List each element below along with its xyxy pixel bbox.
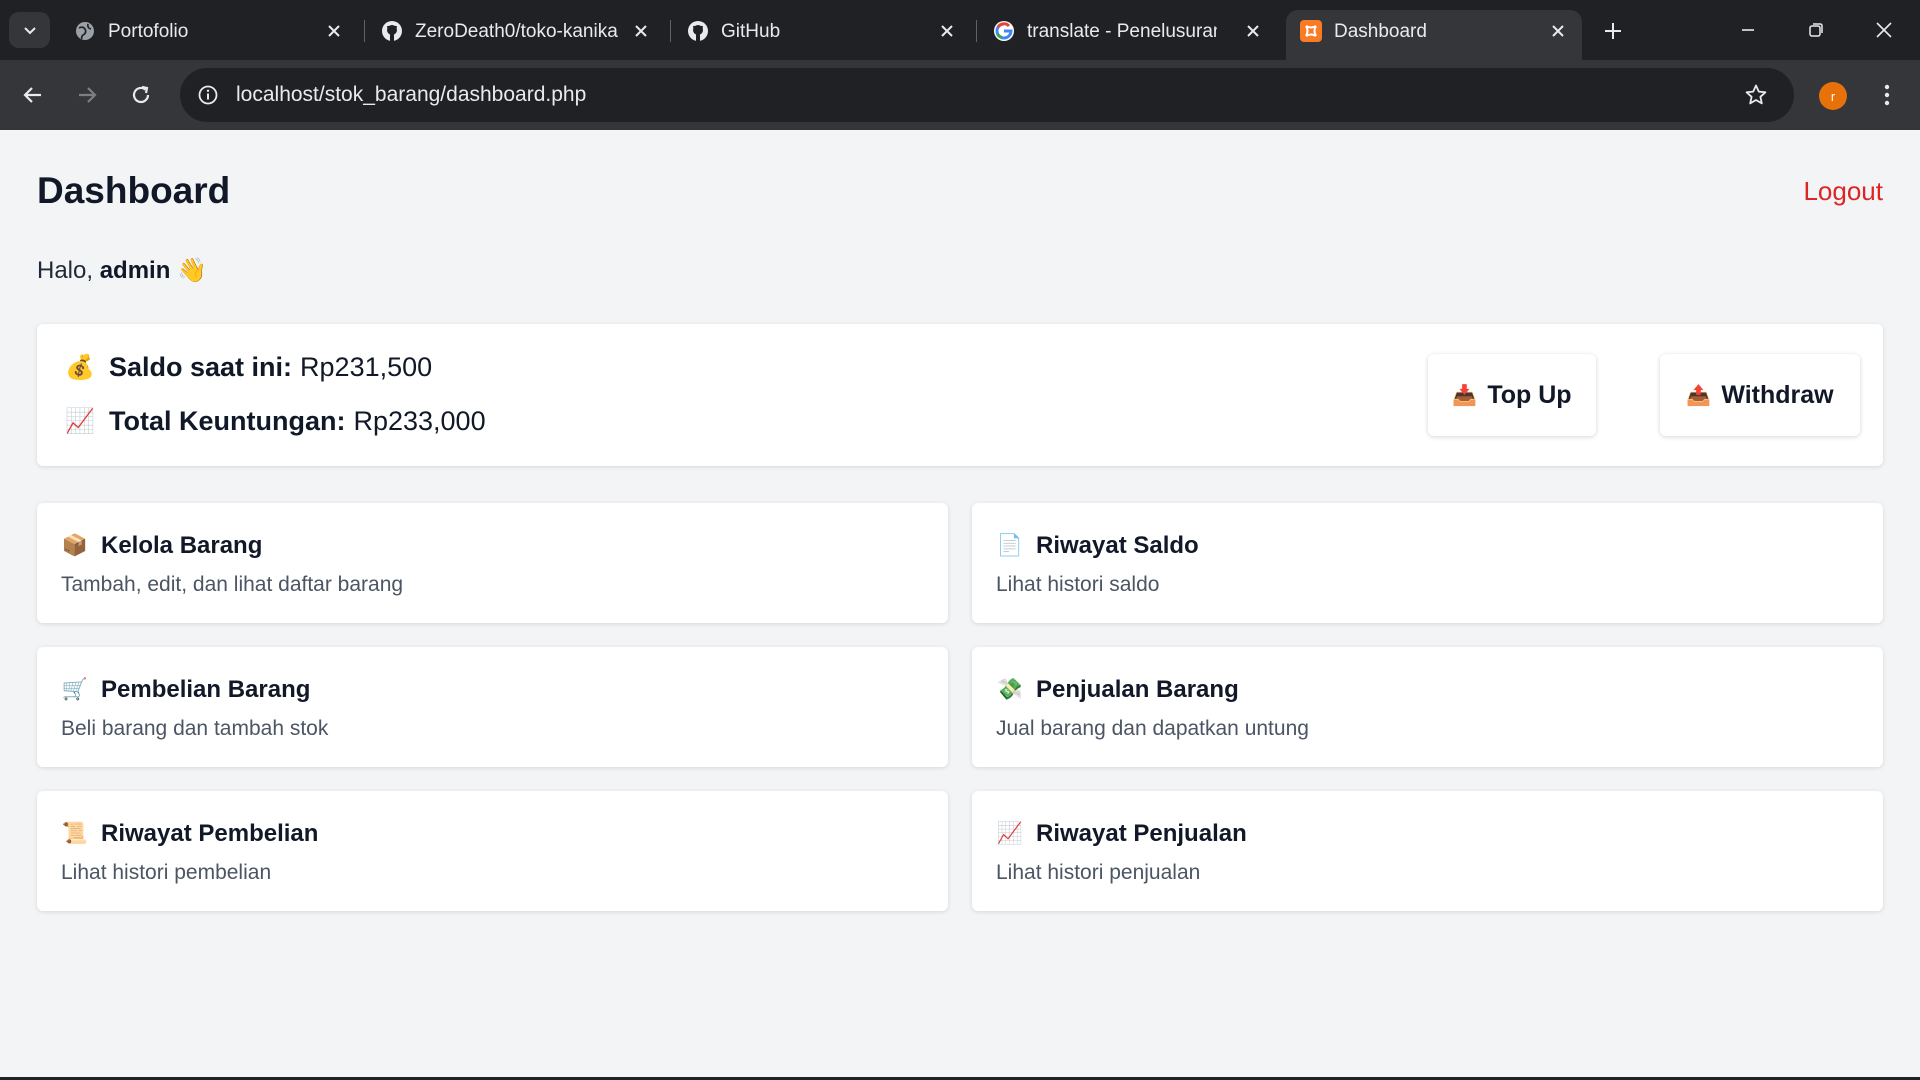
menu-card-desc: Tambah, edit, dan lihat daftar barang xyxy=(61,573,404,596)
menu-card-desc: Jual barang dan dapatkan untung xyxy=(996,717,1309,740)
back-button[interactable] xyxy=(16,78,50,112)
tab-title: GitHub xyxy=(721,21,781,42)
github-icon xyxy=(381,20,403,42)
github-icon xyxy=(687,20,709,42)
close-icon[interactable] xyxy=(1546,19,1570,43)
more-vertical-icon xyxy=(1884,84,1890,106)
greeting-prefix: Halo, xyxy=(37,257,100,284)
menu-card-desc: Lihat histori penjualan xyxy=(996,861,1201,884)
waving-hand-icon: 👋 xyxy=(177,257,207,284)
xampp-icon xyxy=(1300,20,1322,42)
menu-card-penjualan-barang[interactable]: 💸 Penjualan Barang Jual barang dan dapatk… xyxy=(972,647,1883,767)
close-icon[interactable] xyxy=(322,19,346,43)
outbox-tray-icon: 📤 xyxy=(1686,384,1712,407)
minimize-icon xyxy=(1742,29,1754,31)
profile-avatar[interactable]: r xyxy=(1819,82,1847,110)
package-icon: 📦 xyxy=(61,534,89,557)
restore-button[interactable] xyxy=(1796,10,1836,50)
tab-toko-kanika[interactable]: ZeroDeath0/toko-kanika xyxy=(367,10,667,52)
menu-card-title: Riwayat Pembelian xyxy=(101,820,319,847)
tab-title: Portofolio xyxy=(108,21,189,42)
inbox-tray-icon: 📥 xyxy=(1452,384,1478,407)
forward-button[interactable] xyxy=(70,78,104,112)
tab-title: ZeroDeath0/toko-kanika xyxy=(415,21,618,42)
info-icon[interactable] xyxy=(194,81,222,109)
tab-separator xyxy=(670,20,671,42)
shopping-cart-icon: 🛒 xyxy=(61,678,89,701)
tab-translate[interactable]: translate - Penelusuran Google xyxy=(979,10,1279,52)
menu-card-riwayat-penjualan[interactable]: 📈 Riwayat Penjualan Lihat histori penjual… xyxy=(972,791,1883,911)
tab-portofolio[interactable]: Portofolio xyxy=(60,10,360,52)
money-wings-icon: 💸 xyxy=(996,678,1024,701)
menu-card-title: Riwayat Penjualan xyxy=(1036,820,1247,847)
browser-tab-bar: Portofolio ZeroDeath0/toko-kanika GitHub… xyxy=(0,0,1920,60)
reload-button[interactable] xyxy=(124,78,158,112)
menu-card-title: Pembelian Barang xyxy=(101,676,311,703)
page-title: Dashboard xyxy=(37,170,231,211)
logout-link[interactable]: Logout xyxy=(1803,176,1883,207)
reload-icon xyxy=(132,85,150,104)
chevron-down-icon xyxy=(23,27,36,35)
tab-title: translate - Penelusuran Google xyxy=(1027,21,1217,42)
close-icon[interactable] xyxy=(629,19,653,43)
menu-card-kelola-barang[interactable]: 📦 Kelola Barang Tambah, edit, dan lihat d… xyxy=(37,503,948,623)
tab-github[interactable]: GitHub xyxy=(673,10,973,52)
menu-card-title: Penjualan Barang xyxy=(1036,676,1239,703)
tab-title: Dashboard xyxy=(1334,21,1427,42)
google-icon xyxy=(993,20,1015,42)
withdraw-label: Withdraw xyxy=(1721,380,1834,409)
menu-card-riwayat-saldo[interactable]: 📄 Riwayat Saldo Lihat histori saldo xyxy=(972,503,1883,623)
top-up-button[interactable]: 📥 Top Up xyxy=(1428,354,1596,436)
restore-icon xyxy=(1809,23,1823,37)
window-close-button[interactable] xyxy=(1864,10,1904,50)
profit-row: 📈 Total Keuntungan: Rp233,000 xyxy=(65,406,486,437)
page-content: Dashboard Logout Halo, admin 👋 💰 Saldo s… xyxy=(0,130,1920,1077)
menu-card-desc: Lihat histori pembelian xyxy=(61,861,272,884)
withdraw-button[interactable]: 📤 Withdraw xyxy=(1660,354,1860,436)
arrow-left-icon xyxy=(23,87,41,103)
saldo-label: Saldo saat ini: xyxy=(109,352,293,382)
profit-value: Rp233,000 xyxy=(353,406,486,436)
close-icon[interactable] xyxy=(935,19,959,43)
menu-card-title: Kelola Barang xyxy=(101,532,263,559)
username: admin xyxy=(99,257,171,284)
address-bar[interactable]: localhost/stok_barang/dashboard.php xyxy=(180,68,1794,122)
close-icon xyxy=(1876,22,1892,38)
globe-icon xyxy=(74,20,96,42)
menu-card-title: Riwayat Saldo xyxy=(1036,532,1199,559)
close-icon[interactable] xyxy=(1241,19,1265,43)
saldo-value: Rp231,500 xyxy=(300,352,433,382)
document-icon: 📄 xyxy=(996,534,1024,557)
chart-up-icon: 📈 xyxy=(996,822,1024,845)
star-icon[interactable] xyxy=(1742,81,1770,109)
menu-card-desc: Lihat histori saldo xyxy=(996,573,1160,596)
greeting: Halo, admin 👋 xyxy=(37,256,207,285)
url-text[interactable]: localhost/stok_barang/dashboard.php xyxy=(236,83,586,107)
tab-dashboard[interactable]: Dashboard xyxy=(1286,10,1582,60)
menu-button[interactable] xyxy=(1872,78,1902,112)
saldo-row: 💰 Saldo saat ini: Rp231,500 xyxy=(65,352,432,383)
scroll-icon: 📜 xyxy=(61,822,89,845)
plus-icon xyxy=(1605,23,1621,39)
chart-up-icon: 📈 xyxy=(65,408,95,435)
tab-separator xyxy=(976,20,977,42)
profit-label: Total Keuntungan: xyxy=(109,406,346,436)
menu-card-desc: Beli barang dan tambah stok xyxy=(61,717,329,740)
menu-card-pembelian-barang[interactable]: 🛒 Pembelian Barang Beli barang dan tambah… xyxy=(37,647,948,767)
top-up-label: Top Up xyxy=(1487,380,1572,409)
new-tab-button[interactable] xyxy=(1598,16,1628,46)
browser-toolbar: localhost/stok_barang/dashboard.php r xyxy=(0,60,1920,130)
arrow-right-icon xyxy=(79,87,97,103)
money-bag-icon: 💰 xyxy=(65,354,95,381)
balance-card: 💰 Saldo saat ini: Rp231,500 📈 Total Keun… xyxy=(37,324,1883,466)
menu-card-riwayat-pembelian[interactable]: 📜 Riwayat Pembelian Lihat histori pembeli… xyxy=(37,791,948,911)
tab-separator xyxy=(364,20,365,42)
tab-search-button[interactable] xyxy=(9,12,50,48)
minimize-button[interactable] xyxy=(1728,10,1768,50)
